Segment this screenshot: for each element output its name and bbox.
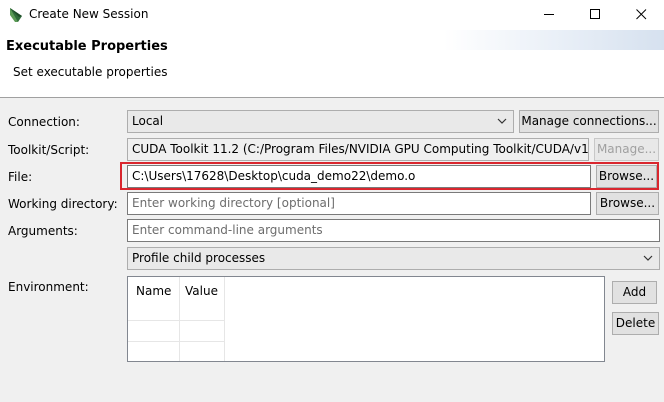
file-row-highlight — [120, 162, 659, 190]
environment-table[interactable]: Name Value — [127, 276, 605, 362]
page-subtitle: Set executable properties — [13, 65, 168, 79]
working-directory-browse-button[interactable]: Browse... — [596, 192, 659, 215]
profile-mode-value: Profile child processes — [132, 251, 266, 265]
close-icon — [636, 9, 647, 20]
title-bar: Create New Session — [0, 0, 664, 30]
working-directory-input[interactable]: Enter working directory [optional] — [127, 192, 591, 215]
env-column-value[interactable]: Value — [185, 284, 218, 298]
environment-label: Environment: — [8, 280, 89, 294]
row-divider — [128, 320, 225, 321]
minimize-icon — [544, 14, 554, 15]
page-title: Executable Properties — [6, 39, 168, 54]
column-divider — [179, 277, 180, 361]
working-directory-placeholder: Enter working directory [optional] — [132, 196, 335, 210]
dialog-header: Executable Properties Set executable pro… — [0, 30, 664, 98]
connection-value: Local — [132, 114, 164, 128]
arguments-placeholder: Enter command-line arguments — [132, 223, 323, 237]
minimize-button[interactable] — [526, 0, 572, 30]
column-divider — [224, 277, 225, 361]
maximize-button[interactable] — [572, 0, 618, 30]
arguments-label: Arguments: — [8, 224, 78, 238]
arguments-input[interactable]: Enter command-line arguments — [127, 219, 660, 242]
header-banner — [444, 30, 664, 50]
env-column-name[interactable]: Name — [136, 284, 171, 298]
maximize-icon — [590, 9, 600, 19]
toolkit-value: CUDA Toolkit 11.2 (C:/Program Files/NVID… — [132, 142, 589, 156]
row-divider — [128, 341, 225, 342]
env-delete-button[interactable]: Delete — [612, 312, 659, 335]
manage-connections-button[interactable]: Manage connections... — [519, 110, 659, 133]
close-button[interactable] — [618, 0, 664, 30]
profile-mode-select[interactable]: Profile child processes — [127, 247, 660, 270]
chevron-down-icon — [643, 255, 653, 261]
env-add-button[interactable]: Add — [612, 281, 657, 304]
toolkit-field[interactable]: CUDA Toolkit 11.2 (C:/Program Files/NVID… — [127, 138, 589, 161]
manage-toolkit-button[interactable]: Manage... — [594, 138, 659, 161]
file-label: File: — [8, 170, 33, 184]
connection-select[interactable]: Local — [127, 110, 514, 133]
toolkit-label: Toolkit/Script: — [8, 143, 90, 157]
connection-label: Connection: — [8, 115, 80, 129]
nsight-app-icon — [9, 7, 23, 23]
working-directory-label: Working directory: — [8, 197, 118, 211]
window-title: Create New Session — [29, 7, 149, 21]
chevron-down-icon — [497, 118, 507, 124]
